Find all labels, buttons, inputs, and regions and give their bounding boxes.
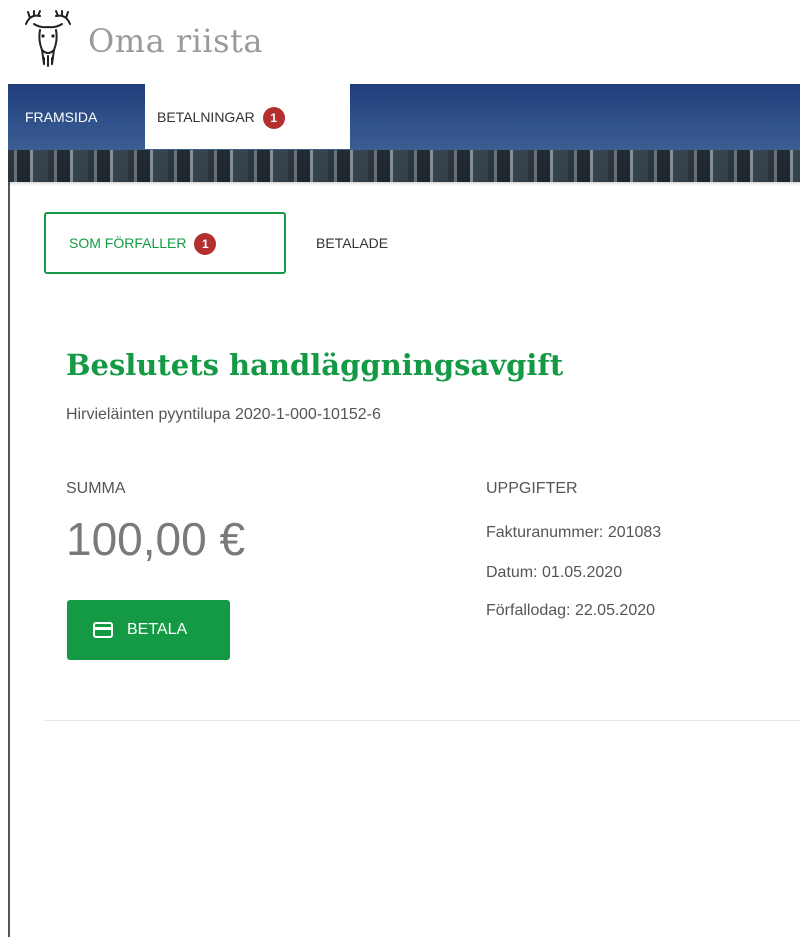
brand-name[interactable]: Oma riista <box>88 22 263 60</box>
payments-panel: SOM FÖRFALLER 1 BETALADE Beslutets handl… <box>8 182 800 937</box>
panel-shadow <box>10 182 800 186</box>
divider <box>44 720 800 721</box>
credit-card-icon <box>93 622 113 638</box>
due-count-badge: 1 <box>194 233 217 256</box>
moose-head-icon[interactable] <box>20 10 76 68</box>
nav-item-betalningar[interactable]: BETALNINGAR 1 <box>145 84 350 149</box>
tab-label: SOM FÖRFALLER <box>69 235 187 251</box>
sum-label: SUMMA <box>66 480 126 497</box>
invoice-title: Beslutets handläggningsavgift <box>66 348 564 382</box>
payments-count-badge: 1 <box>262 107 285 130</box>
invoice-amount: 100,00 € <box>66 513 246 565</box>
invoice-subtitle: Hirvieläinten pyyntilupa 2020-1-000-1015… <box>66 406 381 423</box>
details-label: UPPGIFTER <box>486 480 578 497</box>
app-header: Oma riista <box>0 0 800 84</box>
invoice-number: Fakturanummer: 201083 <box>486 524 662 541</box>
nav-item-label: BETALNINGAR <box>157 109 255 125</box>
tab-due[interactable]: SOM FÖRFALLER 1 <box>44 212 286 274</box>
main-nav-banner: FRAMSIDA BETALNINGAR 1 <box>8 84 800 182</box>
tab-paid[interactable]: BETALADE <box>316 214 388 272</box>
banner-forest-image <box>8 150 800 182</box>
pay-button[interactable]: BETALA <box>67 600 230 660</box>
banner-sky <box>8 84 800 150</box>
invoice-date: Datum: 01.05.2020 <box>486 564 623 581</box>
pay-button-label: BETALA <box>127 621 188 638</box>
invoice-due-date: Förfallodag: 22.05.2020 <box>486 602 656 619</box>
nav-item-framsida[interactable]: FRAMSIDA <box>25 84 97 149</box>
nav-item-label: FRAMSIDA <box>25 109 98 125</box>
